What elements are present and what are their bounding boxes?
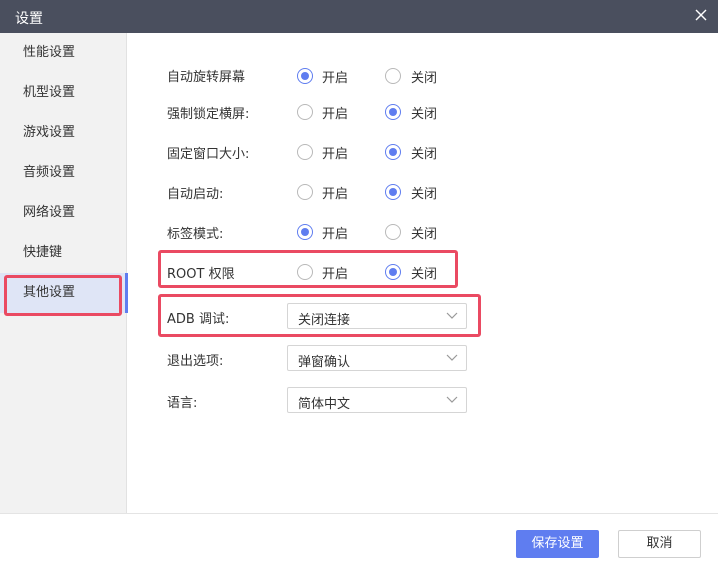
sidebar-item-network[interactable]: 网络设置 [0,193,127,233]
tab-mode-off-radio[interactable] [385,224,401,240]
force-landscape-off-label[interactable]: 关闭 [411,103,437,122]
exit-option-label: 退出选项: [167,354,224,369]
fixed-window-off-radio[interactable] [385,144,401,160]
auto-rotate-label: 自动旋转屏幕 [167,70,246,85]
root-highlight-box [158,250,458,288]
sidebar-item-audio[interactable]: 音频设置 [0,153,127,193]
adb-highlight-box [158,294,481,337]
auto-rotate-on-radio[interactable] [297,68,313,84]
sidebar-item-device-model[interactable]: 机型设置 [0,73,127,113]
force-landscape-label: 强制锁定横屏: [167,107,250,122]
tab-mode-on-label[interactable]: 开启 [322,223,348,242]
title-bar: 设置 [0,0,718,33]
sidebar-item-game[interactable]: 游戏设置 [0,113,127,153]
auto-rotate-on-label[interactable]: 开启 [322,67,348,86]
auto-rotate-off-radio[interactable] [385,68,401,84]
force-landscape-on-radio[interactable] [297,104,313,120]
sidebar-item-performance[interactable]: 性能设置 [0,33,127,73]
chevron-down-icon [446,396,458,403]
tab-mode-off-label[interactable]: 关闭 [411,223,437,242]
auto-start-label: 自动启动: [167,187,224,202]
tab-mode-label: 标签模式: [167,227,224,242]
auto-start-off-radio[interactable] [385,184,401,200]
close-icon[interactable] [693,7,709,23]
fixed-window-label: 固定窗口大小: [167,147,250,162]
language-select[interactable]: 简体中文 [287,387,467,413]
fixed-window-on-radio[interactable] [297,144,313,160]
force-landscape-off-radio[interactable] [385,104,401,120]
dialog-footer: 保存设置 取消 [0,513,718,572]
auto-start-off-label[interactable]: 关闭 [411,183,437,202]
settings-sidebar: 性能设置 机型设置 游戏设置 音频设置 网络设置 快捷键 其他设置 [0,33,128,513]
fixed-window-off-label[interactable]: 关闭 [411,143,437,162]
window-title: 设置 [15,11,43,27]
tab-mode-on-radio[interactable] [297,224,313,240]
language-value: 简体中文 [298,397,351,412]
cancel-button[interactable]: 取消 [618,530,701,558]
force-landscape-on-label[interactable]: 开启 [322,103,348,122]
auto-rotate-off-label[interactable]: 关闭 [411,67,437,86]
save-settings-button[interactable]: 保存设置 [516,530,599,558]
exit-option-value: 弹窗确认 [298,355,351,370]
language-label: 语言: [167,396,198,411]
auto-start-on-radio[interactable] [297,184,313,200]
sidebar-highlight-box [4,275,122,316]
fixed-window-on-label[interactable]: 开启 [322,143,348,162]
exit-option-select[interactable]: 弹窗确认 [287,345,467,371]
chevron-down-icon [446,354,458,361]
sidebar-item-shortcuts[interactable]: 快捷键 [0,233,127,273]
auto-start-on-label[interactable]: 开启 [322,183,348,202]
